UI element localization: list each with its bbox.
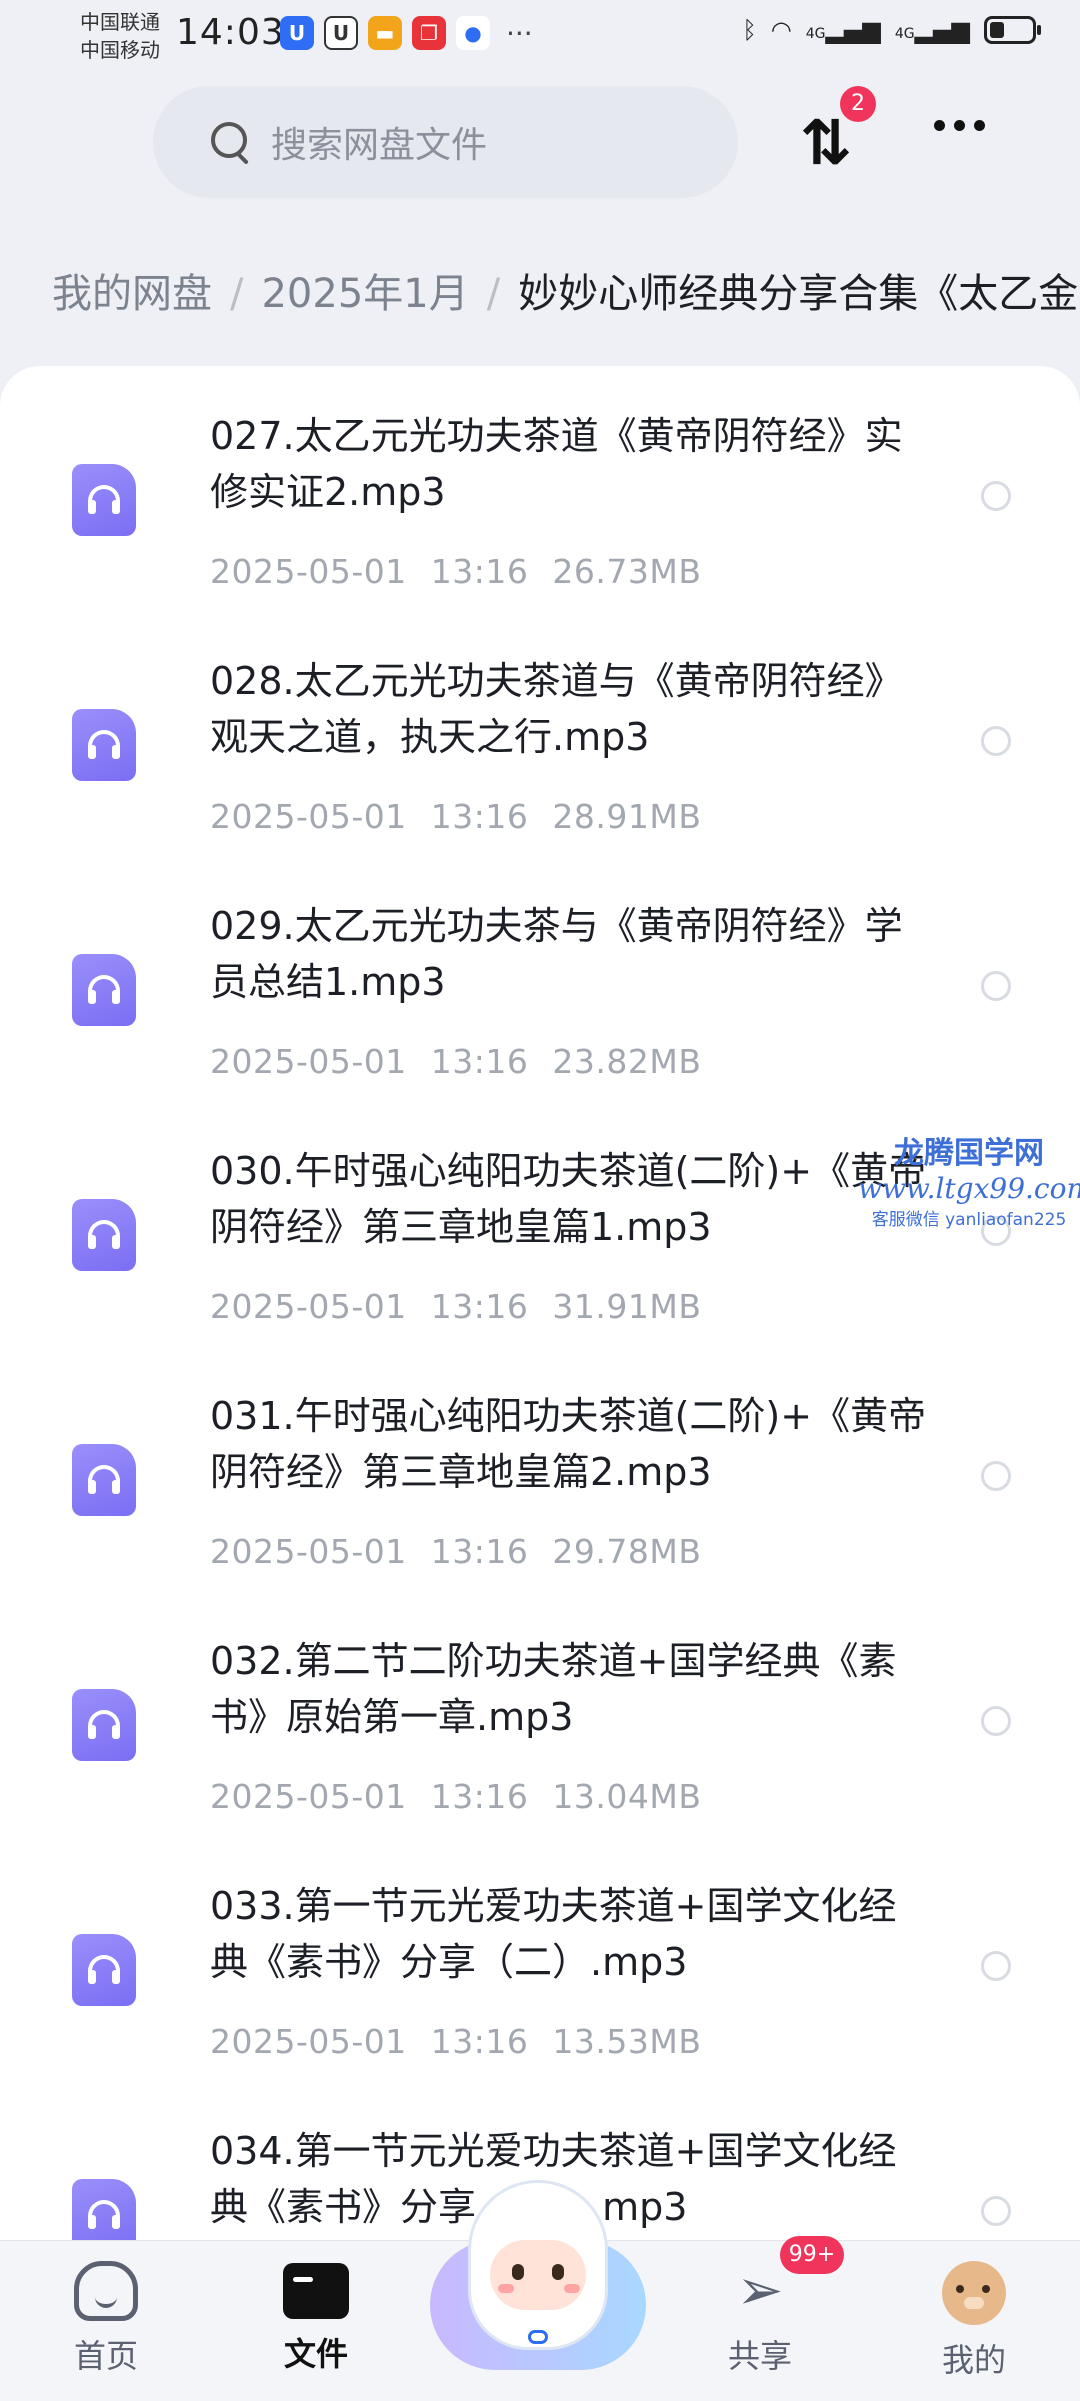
select-radio[interactable]: [981, 971, 1011, 1001]
tab-files-label: 文件: [283, 2335, 348, 2373]
breadcrumb-level1[interactable]: 2025年1月: [261, 271, 468, 317]
app-notification-icon: U: [280, 16, 314, 50]
search-bar[interactable]: 搜索网盘文件: [153, 86, 738, 198]
file-name: 030.午时强心纯阳功夫茶道(二阶)+《黄帝阴符经》第三章地皇篇1.mp3: [210, 1149, 927, 1249]
watermark-title: 龙腾国学网: [894, 1136, 1044, 1171]
breadcrumb-current: 妙妙心师经典分享合集《太乙金: [518, 271, 1079, 317]
paper-plane-icon: ➢: [736, 2258, 784, 2323]
watermark-url: www.ltgx99.com: [858, 1172, 1080, 1205]
signal-1-icon: 4G▂▄▆: [805, 16, 881, 44]
paw-notification-icon: ●: [456, 16, 490, 50]
audio-file-icon: [72, 1689, 136, 1761]
search-placeholder: 搜索网盘文件: [271, 125, 488, 166]
watermark-contact: 客服微信 yanliaofan225: [871, 1210, 1067, 1230]
search-icon: [209, 120, 253, 164]
tab-me[interactable]: 我的: [904, 2261, 1044, 2381]
file-name: 028.太乙元光功夫茶道与《黄帝阴符经》观天之道，执天之行.mp3: [210, 659, 903, 759]
select-radio[interactable]: [981, 2196, 1011, 2226]
file-row[interactable]: 028.太乙元光功夫茶道与《黄帝阴符经》观天之道，执天之行.mp3 2025-0…: [0, 611, 1080, 856]
book-notification-icon: ❐: [412, 16, 446, 50]
tab-home[interactable]: 首页: [36, 2261, 176, 2377]
carrier-1: 中国联通: [80, 10, 160, 34]
app-notification-icon: ▬: [368, 16, 402, 50]
file-meta: 2025-05-01 13:16 31.91MB: [210, 1287, 702, 1326]
select-radio[interactable]: [981, 1461, 1011, 1491]
mascot-eye: [552, 2264, 564, 2280]
more-notifications-icon: ···: [506, 16, 533, 50]
audio-file-icon: [72, 709, 136, 781]
more-options-icon[interactable]: [934, 120, 985, 131]
audio-file-icon: [72, 954, 136, 1026]
file-meta: 2025-05-01 13:16 28.91MB: [210, 797, 702, 836]
watermark: 龙腾国学网 www.ltgx99.com 客服微信 yanliaofan225: [858, 1128, 1080, 1230]
file-name: 027.太乙元光功夫茶道《黄帝阴符经》实修实证2.mp3: [210, 414, 903, 514]
file-meta: 2025-05-01 13:16 26.73MB: [210, 552, 702, 591]
audio-file-icon: [72, 1199, 136, 1271]
signal-2-icon: 4G▂▄▆: [894, 16, 970, 44]
file-row[interactable]: 032.第二节二阶功夫茶道+国学经典《素书》原始第一章.mp3 2025-05-…: [0, 1591, 1080, 1836]
breadcrumb-separator: /: [230, 271, 244, 317]
audio-file-icon: [72, 1444, 136, 1516]
file-name: 031.午时强心纯阳功夫茶道(二阶)+《黄帝阴符经》第三章地皇篇2.mp3: [210, 1394, 927, 1494]
notification-icons: U U ▬ ❐ ● ···: [280, 16, 533, 50]
wifi-icon: ◠: [770, 16, 792, 44]
file-name: 032.第二节二阶功夫茶道+国学经典《素书》原始第一章.mp3: [210, 1639, 897, 1739]
file-meta: 2025-05-01 13:16 13.53MB: [210, 2022, 702, 2061]
system-icons: ᛒ ◠ 4G▂▄▆ 4G▂▄▆: [742, 16, 1041, 44]
mascot-eye: [512, 2264, 524, 2280]
carrier-info: 中国联通 中国移动: [80, 8, 160, 64]
transfer-badge: 2: [840, 86, 876, 122]
file-row[interactable]: 027.太乙元光功夫茶道《黄帝阴符经》实修实证2.mp3 2025-05-01 1…: [0, 366, 1080, 611]
file-row[interactable]: 031.午时强心纯阳功夫茶道(二阶)+《黄帝阴符经》第三章地皇篇2.mp3 20…: [0, 1346, 1080, 1591]
cloud-logo-icon: [528, 2330, 548, 2344]
select-radio[interactable]: [981, 481, 1011, 511]
share-badge: 99+: [780, 2236, 844, 2274]
clock: 14:03: [176, 12, 285, 53]
file-row[interactable]: 029.太乙元光功夫茶与《黄帝阴符经》学员总结1.mp3 2025-05-01 1…: [0, 856, 1080, 1101]
audio-file-icon: [72, 1934, 136, 2006]
audio-file-icon: [72, 464, 136, 536]
home-icon: [74, 2261, 138, 2321]
status-bar: 中国联通 中国移动 14:03 U U ▬ ❐ ● ··· ᛒ ◠ 4G▂▄▆ …: [0, 0, 1080, 76]
folder-icon: [283, 2263, 349, 2319]
battery-icon: [984, 16, 1041, 44]
audio-file-icon: [72, 2179, 136, 2240]
breadcrumb-separator: /: [486, 271, 501, 317]
file-row[interactable]: 033.第一节元光爱功夫茶道+国学文化经典《素书》分享（二）.mp3 2025-…: [0, 1836, 1080, 2081]
bluetooth-icon: ᛒ: [742, 16, 757, 44]
tab-me-label: 我的: [941, 2341, 1006, 2379]
select-radio[interactable]: [981, 1706, 1011, 1736]
select-radio[interactable]: [981, 1951, 1011, 1981]
select-radio[interactable]: [981, 726, 1011, 756]
breadcrumb-root[interactable]: 我的网盘: [52, 271, 212, 317]
file-list: 027.太乙元光功夫茶道《黄帝阴符经》实修实证2.mp3 2025-05-01 1…: [0, 366, 1080, 2240]
tab-share[interactable]: ➢ 共享: [690, 2261, 830, 2377]
tab-files[interactable]: 文件: [246, 2261, 386, 2375]
file-meta: 2025-05-01 13:16 29.78MB: [210, 1532, 702, 1571]
breadcrumb: 我的网盘 / 2025年1月 / 妙妙心师经典分享合集《太乙金: [52, 262, 1080, 326]
mascot-assistant-button[interactable]: [430, 2180, 646, 2380]
tab-home-label: 首页: [73, 2337, 138, 2375]
file-name: 029.太乙元光功夫茶与《黄帝阴符经》学员总结1.mp3: [210, 904, 903, 1004]
carrier-2: 中国移动: [80, 38, 160, 62]
file-meta: 2025-05-01 13:16 13.04MB: [210, 1777, 702, 1816]
app-notification-icon: U: [324, 16, 358, 50]
file-name: 033.第一节元光爱功夫茶道+国学文化经典《素书》分享（二）.mp3: [210, 1884, 897, 1984]
tab-share-label: 共享: [727, 2337, 792, 2375]
file-meta: 2025-05-01 13:16 23.82MB: [210, 1042, 702, 1081]
avatar: [942, 2261, 1006, 2325]
